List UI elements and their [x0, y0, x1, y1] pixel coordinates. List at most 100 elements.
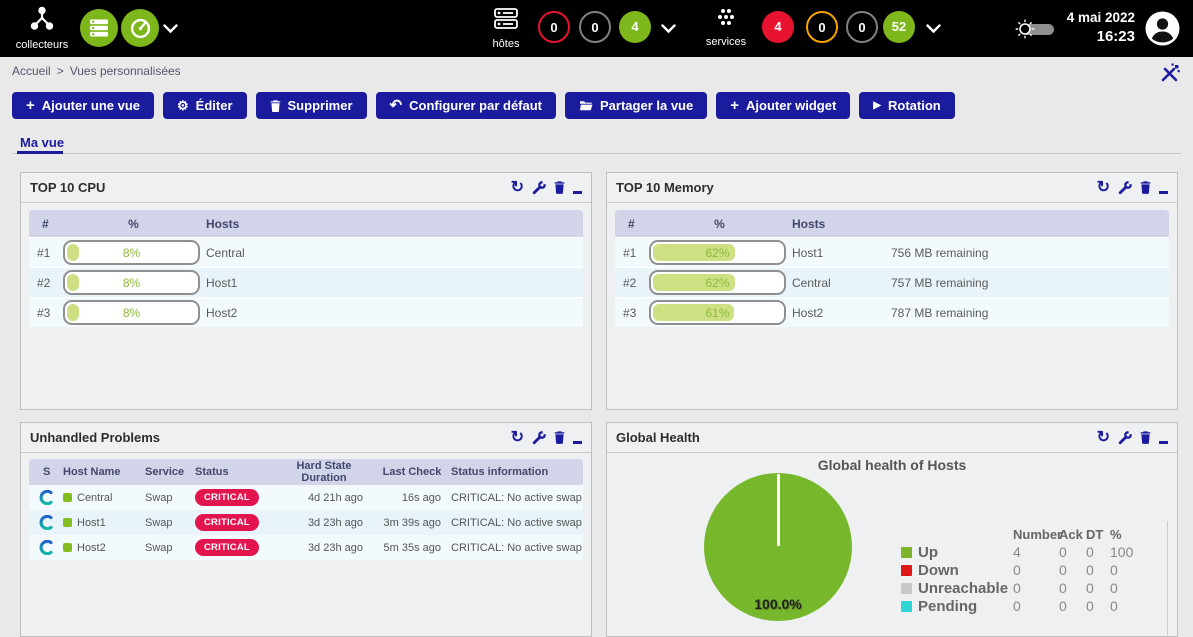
host-link[interactable]: Host2: [77, 542, 106, 554]
edit-view-wand-icon[interactable]: [1159, 62, 1181, 84]
widget-header: Unhandled Problems ↻: [21, 423, 591, 453]
rotation-button[interactable]: ▶ Rotation: [859, 92, 954, 119]
chevron-down-icon[interactable]: [163, 24, 178, 34]
service-name: Swap: [145, 517, 195, 529]
user-avatar[interactable]: [1144, 10, 1181, 47]
status-information: CRITICAL: No active swap: [451, 517, 583, 529]
widget-unhandled-problems: Unhandled Problems ↻: [20, 422, 592, 637]
service-name: Swap: [145, 542, 195, 554]
refresh-icon[interactable]: ↻: [511, 180, 524, 196]
pollers-network-icon: [29, 6, 55, 32]
table-header: # % Hosts: [29, 210, 583, 237]
chart-title: Global health of Hosts: [607, 457, 1177, 473]
status-information: CRITICAL: No active swap: [451, 492, 583, 504]
widget-title: Global Health: [616, 430, 700, 445]
services-critical-counter[interactable]: 4: [762, 11, 794, 43]
problem-row: Host2 Swap CRITICAL 3d 23h ago 5m 35s ag…: [29, 535, 583, 560]
services-menu[interactable]: services: [698, 7, 754, 48]
add-widget-button[interactable]: + Ajouter widget: [716, 92, 850, 119]
edit-view-button[interactable]: ⚙ Éditer: [163, 92, 247, 119]
host-link[interactable]: Host1: [77, 517, 106, 529]
host-status-square: [63, 518, 72, 527]
services-unknown-counter[interactable]: 0: [846, 11, 878, 43]
refresh-icon[interactable]: ↻: [511, 430, 524, 446]
table-row: #1 8% Central: [29, 237, 583, 267]
host-name: Central: [792, 276, 891, 290]
active-tab-underline: [17, 151, 63, 154]
wrench-icon[interactable]: [1118, 431, 1132, 445]
trash-icon[interactable]: [554, 181, 565, 194]
set-default-view-button[interactable]: ↶ Configurer par défaut: [376, 92, 556, 119]
host-link[interactable]: Central: [77, 492, 112, 504]
play-icon: ▶: [873, 101, 881, 111]
chevron-down-icon[interactable]: [926, 24, 941, 34]
wrench-icon[interactable]: [532, 181, 546, 195]
tab-ma-vue[interactable]: Ma vue: [20, 135, 64, 150]
hosts-icon: [493, 7, 519, 31]
hosts-unreachable-counter[interactable]: 0: [579, 11, 611, 43]
memory-usage-bar: 62%: [649, 270, 786, 295]
share-view-button[interactable]: Partager la vue: [565, 92, 707, 119]
view-toolbar: + Ajouter une vue ⚙ Éditer Supprimer ↶ C…: [12, 92, 955, 119]
wrench-icon[interactable]: [1118, 181, 1132, 195]
cpu-table: # % Hosts #1 8% Central #2 8% Host1 #3: [29, 210, 583, 327]
host-status-square: [63, 493, 72, 502]
minimize-icon[interactable]: [573, 431, 582, 444]
breadcrumb-current: Vues personnalisées: [70, 64, 181, 78]
last-check: 3m 39s ago: [373, 517, 451, 529]
table-row: #3 61% Host2 787 MB remaining: [615, 297, 1169, 327]
refresh-icon[interactable]: ↻: [1097, 180, 1110, 196]
hard-state-duration: 3d 23h ago: [275, 517, 373, 529]
centreon-dashboard: collecteurs: [0, 0, 1193, 637]
host-name: Host1: [792, 246, 891, 260]
widget-header: Global Health ↻: [607, 423, 1177, 453]
table-row: #2 62% Central 757 MB remaining: [615, 267, 1169, 297]
pollers-menu[interactable]: collecteurs: [14, 6, 70, 51]
hard-state-duration: 4d 21h ago: [275, 492, 373, 504]
legend-swatch: [901, 565, 912, 576]
minimize-icon[interactable]: [1159, 431, 1168, 444]
trash-icon[interactable]: [1140, 181, 1151, 194]
add-view-button[interactable]: + Ajouter une vue: [12, 92, 154, 119]
folder-icon: [579, 100, 593, 111]
breadcrumb-home[interactable]: Accueil: [12, 64, 51, 78]
poller-stats-button[interactable]: [121, 9, 159, 47]
host-name: Host2: [792, 306, 891, 320]
status-badge: CRITICAL: [195, 514, 259, 531]
table-row: #3 8% Host2: [29, 297, 583, 327]
minimize-icon[interactable]: [573, 181, 582, 194]
trash-icon[interactable]: [1140, 431, 1151, 444]
widget-top10-cpu: TOP 10 CPU ↻: [20, 172, 592, 410]
last-check: 16s ago: [373, 492, 451, 504]
widget-top10-memory: TOP 10 Memory ↻: [606, 172, 1178, 410]
legend-header: Number Ack DT %: [901, 525, 1152, 543]
minimize-icon[interactable]: [1159, 181, 1168, 194]
memory-usage-bar: 62%: [649, 240, 786, 265]
hosts-down-counter[interactable]: 0: [538, 11, 570, 43]
gear-icon: ⚙: [177, 99, 189, 112]
hard-state-duration: 3d 23h ago: [275, 542, 373, 554]
pie-legend: Number Ack DT % Up 4 0 0 100 Down 0 0 0 …: [901, 525, 1152, 615]
cpu-usage-bar: 8%: [63, 240, 200, 265]
hosts-health-pie-chart: 100.0%: [704, 473, 852, 621]
wrench-icon[interactable]: [532, 431, 546, 445]
services-warning-counter[interactable]: 0: [806, 11, 838, 43]
table-row: #1 62% Host1 756 MB remaining: [615, 237, 1169, 267]
host-status-square: [63, 543, 72, 552]
current-time: 16:23: [1067, 28, 1135, 45]
chevron-down-icon[interactable]: [661, 24, 676, 34]
service-name: Swap: [145, 492, 195, 504]
pie-percentage-label: 100.0%: [704, 596, 852, 612]
hosts-label: hôtes: [480, 38, 532, 50]
hosts-up-counter[interactable]: 4: [619, 11, 651, 43]
table-header: # % Hosts: [615, 210, 1169, 237]
trash-icon[interactable]: [554, 431, 565, 444]
delete-view-button[interactable]: Supprimer: [256, 92, 367, 119]
pie-slice-divider: [777, 474, 780, 546]
poller-list-button[interactable]: [80, 9, 118, 47]
host-name: Host2: [206, 306, 305, 320]
services-ok-counter[interactable]: 52: [883, 11, 915, 43]
theme-toggle[interactable]: [1012, 17, 1060, 41]
hosts-menu[interactable]: hôtes: [480, 7, 532, 50]
refresh-icon[interactable]: ↻: [1097, 430, 1110, 446]
